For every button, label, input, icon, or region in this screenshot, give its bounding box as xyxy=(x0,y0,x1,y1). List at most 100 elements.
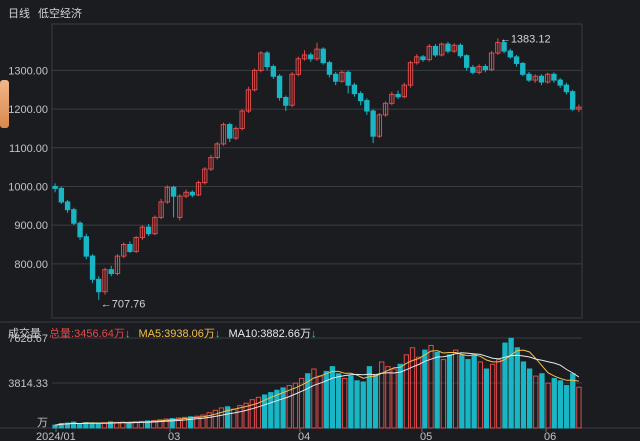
candle-down xyxy=(557,79,563,86)
candle-down xyxy=(445,43,451,52)
ma5-line xyxy=(55,349,579,426)
candle-down xyxy=(71,209,77,224)
price-tick-label: 1100.00 xyxy=(9,143,48,155)
candle-down xyxy=(77,222,83,238)
candle-down xyxy=(345,71,351,86)
kline-chart[interactable]: 1300.00 1200.00 1100.00 1000.00 900.00 800.00… xyxy=(0,0,640,441)
zoom-handle[interactable] xyxy=(0,80,9,128)
candle-down xyxy=(538,75,545,83)
candle-down xyxy=(189,191,195,196)
candle-down xyxy=(551,73,557,81)
price-tick-label: 900.00 xyxy=(14,220,48,232)
ma5-label: MA5:3938.06万↓ xyxy=(138,328,221,340)
volume-bar-down xyxy=(508,337,514,429)
candle-down xyxy=(520,62,526,75)
volume-bar-up xyxy=(379,361,385,429)
volume-bar-up xyxy=(385,366,391,429)
volume-bar-down xyxy=(360,381,366,429)
candle-down xyxy=(89,255,96,280)
volume-bar-down xyxy=(520,361,527,429)
volume-bar-down xyxy=(502,342,508,429)
candle-down xyxy=(457,44,464,57)
annotations: ←1383.12 ←707.76 xyxy=(101,33,551,310)
date-label: 04 xyxy=(298,431,310,441)
volume-bar-up xyxy=(428,344,434,429)
volume-bar-down xyxy=(354,380,360,429)
volume-bar-down xyxy=(557,380,564,429)
volume-bar-up xyxy=(453,349,459,429)
candle-down xyxy=(227,124,233,139)
price-tick-label: 1200.00 xyxy=(8,104,48,116)
volume-unit-label: 万 xyxy=(37,417,48,429)
volume-bar-down xyxy=(563,385,570,429)
candle-down xyxy=(333,73,339,82)
candles xyxy=(52,38,582,300)
volume-bar-up xyxy=(403,354,410,429)
volume-bar-up xyxy=(391,368,397,429)
date-axis: 2024/01 03 04 05 06 xyxy=(36,428,556,441)
candle-down xyxy=(563,84,570,93)
candle-down xyxy=(526,73,532,81)
volume-bar-down xyxy=(372,374,379,429)
date-label: 2024/01 xyxy=(36,431,76,441)
volume-bar-down xyxy=(465,359,471,429)
volume-bar-up xyxy=(286,385,292,429)
candle-down xyxy=(264,52,270,68)
volume-bar-down xyxy=(329,366,336,429)
candle-down xyxy=(507,50,513,58)
volume-bar-down xyxy=(335,373,342,429)
volume-bar-down xyxy=(95,423,101,429)
volume-bar-down xyxy=(280,387,286,429)
volume-bar-down xyxy=(570,373,576,429)
volume-bar-up xyxy=(218,407,225,429)
volume-bar-up xyxy=(342,377,348,429)
price-frame xyxy=(51,23,583,319)
candle-down xyxy=(52,185,58,189)
volume-bar-down xyxy=(539,373,545,429)
candle-down xyxy=(283,97,289,106)
volume-bar-down xyxy=(551,377,557,429)
candle-down xyxy=(170,186,177,197)
volume-bar-up xyxy=(440,359,446,429)
candle-down xyxy=(326,62,333,75)
candle-down xyxy=(370,110,376,137)
price-tick-label: 1000.00 xyxy=(8,181,48,193)
volume-bar-up xyxy=(212,409,218,429)
volume-bar-up xyxy=(292,382,299,429)
candle-down xyxy=(395,93,401,98)
volume-bar-down xyxy=(526,368,533,429)
volume-bar-down xyxy=(434,351,440,429)
volume-axis: 7628.673814.33万 xyxy=(8,333,48,429)
candle-down xyxy=(83,236,89,257)
price-axis: 1300.00 1200.00 1100.00 1000.00 900.00 800.00 xyxy=(8,65,48,270)
candle-down xyxy=(420,56,426,61)
volume-bar-up xyxy=(533,375,539,429)
candle-down xyxy=(64,201,71,211)
date-label: 06 xyxy=(544,431,556,441)
ma10-label: MA10:3882.66万↓ xyxy=(228,328,317,340)
date-label: 03 xyxy=(168,431,180,441)
candle-down xyxy=(308,54,314,60)
candle-down xyxy=(58,187,65,203)
volume-bar-down xyxy=(514,347,520,429)
candle-down xyxy=(108,269,114,275)
date-label: 05 xyxy=(420,431,432,441)
volume-bar-down xyxy=(483,368,490,429)
volume-bar-down xyxy=(471,354,477,429)
volume-legend: 成交量 总量:3456.64万↓ MA5:3938.06万↓ MA10:3882… xyxy=(8,325,322,341)
total-volume: 总量:3456.64万↓ xyxy=(49,328,131,340)
volume-bar-up xyxy=(416,356,422,429)
volume-ma-lines xyxy=(55,349,580,426)
volume-bar-down xyxy=(446,354,453,429)
volume-bar-up xyxy=(237,405,243,429)
candle-down xyxy=(145,226,152,235)
candle-down xyxy=(320,48,326,64)
high-marker: ←1383.12 xyxy=(500,33,551,45)
candle-down xyxy=(276,75,283,99)
price-tick-label: 800.00 xyxy=(14,259,48,271)
candle-down xyxy=(569,91,576,110)
price-tick-label: 1300.00 xyxy=(8,65,48,77)
volume-bar-up xyxy=(477,361,483,429)
candle-down xyxy=(513,56,520,64)
volume-title: 成交量 xyxy=(8,328,41,340)
